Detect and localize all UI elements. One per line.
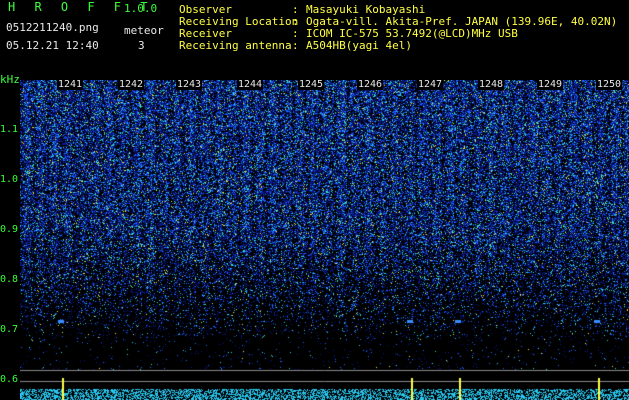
date-time: 05.12.21 12:40 [6, 39, 99, 52]
minute-label-1249: 1249 [537, 79, 564, 90]
minute-label-1248: 1248 [478, 79, 505, 90]
minute-label-1250: 1250 [596, 79, 623, 90]
minute-label-1242: 1242 [118, 79, 145, 90]
y-tick-0-9: 0.9 [0, 224, 19, 235]
minute-label-1244: 1244 [237, 79, 264, 90]
minute-label-1246: 1246 [357, 79, 384, 90]
minute-label-1243: 1243 [176, 79, 203, 90]
y-tick-1-1: 1.1 [0, 124, 19, 135]
spectrogram-canvas [20, 80, 629, 400]
antenna-label: Receiving antenna [179, 39, 292, 52]
minute-label-1241: 1241 [57, 79, 84, 90]
y-tick-0-7: 0.7 [0, 324, 19, 335]
y-tick-0-6: 0.6 [0, 374, 19, 385]
meteor-label: meteor [124, 24, 164, 37]
header-panel: H R O F F T 1.0.0 0512211240.png meteor … [0, 0, 629, 80]
minute-label-1247: 1247 [417, 79, 444, 90]
y-tick-0-8: 0.8 [0, 274, 19, 285]
antenna-value: A504HB(yagi 4el) [306, 39, 412, 52]
meteor-count: 3 [138, 39, 145, 52]
y-tick-1-0: 1.0 [0, 174, 19, 185]
minute-label-1245: 1245 [298, 79, 325, 90]
file-name: 0512211240.png [6, 21, 99, 34]
y-axis-unit: kHz [0, 73, 20, 86]
app-version: 1.0.0 [124, 2, 158, 15]
antenna-sep: : [292, 39, 299, 52]
